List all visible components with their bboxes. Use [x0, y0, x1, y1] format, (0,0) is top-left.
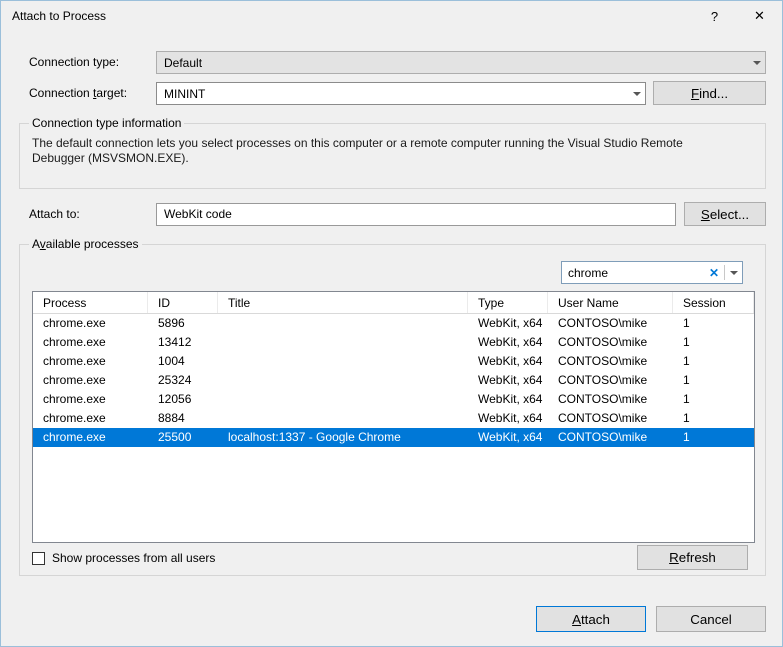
help-icon[interactable]: ? — [692, 1, 737, 31]
cancel-button[interactable]: Cancel — [656, 606, 766, 632]
column-header-title[interactable]: Title — [218, 292, 468, 313]
column-header-type[interactable]: Type — [468, 292, 548, 313]
process-row[interactable]: chrome.exe12056 WebKit, x64CONTOSO\mike1 — [33, 390, 754, 409]
process-table: Process ID Title Type User Name Session … — [32, 291, 755, 543]
show-all-users-label[interactable]: Show processes from all users — [52, 551, 215, 565]
titlebar-buttons: ? ✕ — [692, 1, 782, 31]
filter-clear-icon[interactable]: ✕ — [704, 266, 724, 280]
process-cell-session: 1 — [673, 428, 754, 447]
process-cell-title — [218, 314, 468, 333]
process-rows: chrome.exe5896WebKit, x64CONTOSO\mike1ch… — [33, 314, 754, 447]
process-cell-title — [218, 333, 468, 352]
chevron-down-icon[interactable] — [628, 83, 645, 104]
connection-target-value: MININT — [157, 87, 628, 101]
process-cell-user: CONTOSO\mike — [548, 409, 673, 428]
connection-type-combobox[interactable]: Default — [156, 51, 766, 74]
process-cell-id: 1004 — [148, 352, 218, 371]
process-cell-process: chrome.exe — [33, 314, 148, 333]
process-cell-session: 1 — [673, 333, 754, 352]
process-cell-user: CONTOSO\mike — [548, 352, 673, 371]
window-title: Attach to Process — [12, 9, 106, 23]
connection-info-group-title: Connection type information — [29, 116, 184, 130]
process-cell-session: 1 — [673, 409, 754, 428]
process-cell-type: WebKit, x64 — [468, 333, 548, 352]
process-cell-title: localhost:1337 - Google Chrome — [218, 428, 468, 447]
process-cell-process: chrome.exe — [33, 333, 148, 352]
find-button[interactable]: Find... — [653, 81, 766, 105]
titlebar: Attach to Process ? ✕ — [1, 1, 782, 31]
process-filter-input[interactable] — [562, 266, 704, 280]
attach-button[interactable]: Attach — [536, 606, 646, 632]
attach-to-label: Attach to: — [29, 203, 80, 226]
connection-info-text: The default connection lets you select p… — [32, 136, 705, 166]
connection-target-combobox[interactable]: MININT — [156, 82, 646, 105]
process-cell-user: CONTOSO\mike — [548, 314, 673, 333]
refresh-button[interactable]: Refresh — [637, 545, 748, 570]
connection-target-label: Connection target: — [29, 82, 127, 105]
process-cell-type: WebKit, x64 — [468, 390, 548, 409]
attach-to-process-dialog: Attach to Process ? ✕ Connection type: D… — [0, 0, 783, 647]
process-cell-title — [218, 352, 468, 371]
process-cell-type: WebKit, x64 — [468, 352, 548, 371]
process-cell-session: 1 — [673, 352, 754, 371]
connection-info-groupbox: Connection type information The default … — [19, 123, 766, 189]
process-cell-session: 1 — [673, 314, 754, 333]
process-cell-user: CONTOSO\mike — [548, 371, 673, 390]
process-cell-process: chrome.exe — [33, 352, 148, 371]
process-cell-process: chrome.exe — [33, 371, 148, 390]
process-cell-title — [218, 409, 468, 428]
attach-to-field[interactable]: WebKit code — [156, 203, 676, 226]
select-button[interactable]: Select... — [684, 202, 766, 226]
process-cell-id: 25500 — [148, 428, 218, 447]
process-cell-id: 12056 — [148, 390, 218, 409]
process-row[interactable]: chrome.exe5896 WebKit, x64CONTOSO\mike1 — [33, 314, 754, 333]
column-header-user-name[interactable]: User Name — [548, 292, 673, 313]
chevron-down-icon[interactable] — [748, 52, 765, 73]
process-cell-session: 1 — [673, 390, 754, 409]
process-cell-process: chrome.exe — [33, 390, 148, 409]
process-row[interactable]: chrome.exe1004 WebKit, x64CONTOSO\mike1 — [33, 352, 754, 371]
close-icon[interactable]: ✕ — [737, 1, 782, 31]
process-cell-user: CONTOSO\mike — [548, 333, 673, 352]
process-cell-user: CONTOSO\mike — [548, 428, 673, 447]
process-cell-process: chrome.exe — [33, 428, 148, 447]
process-row[interactable]: chrome.exe25500localhost:1337 - Google C… — [33, 428, 754, 447]
process-row[interactable]: chrome.exe8884 WebKit, x64CONTOSO\mike1 — [33, 409, 754, 428]
process-cell-user: CONTOSO\mike — [548, 390, 673, 409]
column-header-id[interactable]: ID — [148, 292, 218, 313]
show-all-users-option: Show processes from all users — [32, 551, 215, 565]
process-cell-type: WebKit, x64 — [468, 371, 548, 390]
available-processes-groupbox: Available processes ✕ Process ID Title T… — [19, 244, 766, 576]
process-cell-id: 25324 — [148, 371, 218, 390]
process-cell-title — [218, 371, 468, 390]
available-processes-group-title: Available processes — [29, 237, 142, 251]
column-header-session[interactable]: Session — [673, 292, 754, 313]
process-cell-id: 13412 — [148, 333, 218, 352]
connection-type-value: Default — [157, 56, 748, 70]
process-cell-id: 5896 — [148, 314, 218, 333]
process-filter[interactable]: ✕ — [561, 261, 743, 284]
process-cell-type: WebKit, x64 — [468, 409, 548, 428]
process-cell-process: chrome.exe — [33, 409, 148, 428]
column-header-process[interactable]: Process — [33, 292, 148, 313]
process-row[interactable]: chrome.exe25324 WebKit, x64CONTOSO\mike1 — [33, 371, 754, 390]
process-row[interactable]: chrome.exe13412 WebKit, x64CONTOSO\mike1 — [33, 333, 754, 352]
show-all-users-checkbox[interactable] — [32, 552, 45, 565]
process-cell-title — [218, 390, 468, 409]
process-cell-type: WebKit, x64 — [468, 314, 548, 333]
process-cell-type: WebKit, x64 — [468, 428, 548, 447]
process-table-header: Process ID Title Type User Name Session — [33, 292, 754, 314]
filter-dropdown-icon[interactable] — [725, 262, 742, 283]
process-cell-session: 1 — [673, 371, 754, 390]
process-cell-id: 8884 — [148, 409, 218, 428]
connection-type-label: Connection type: — [29, 51, 119, 74]
